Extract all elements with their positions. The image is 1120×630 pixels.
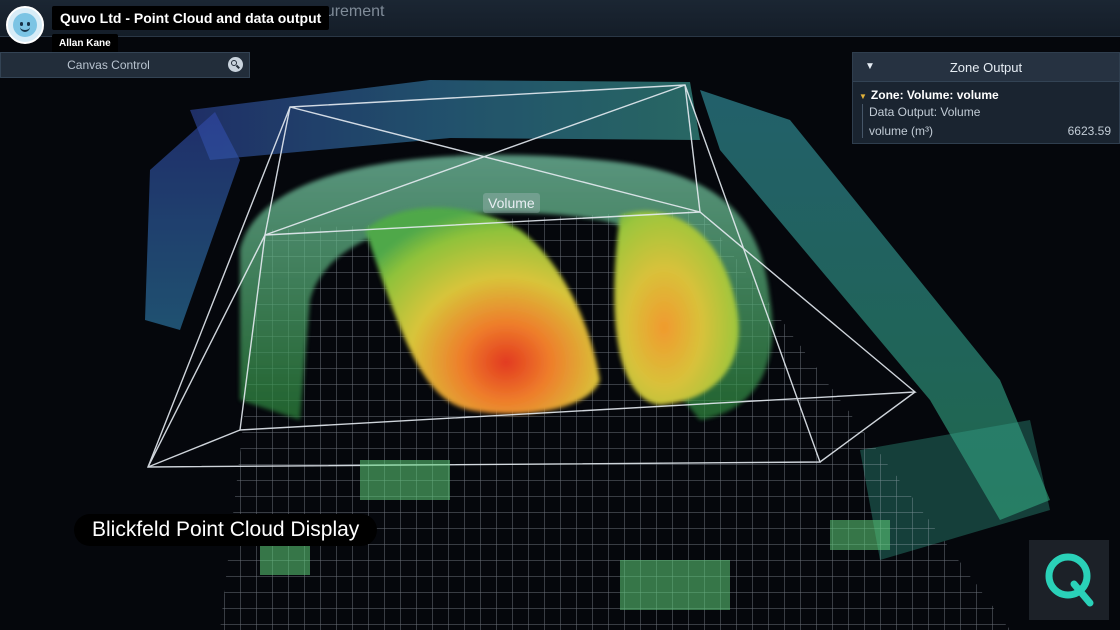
zone-tree-item[interactable]: ▼ Zone: Volume: volume bbox=[859, 88, 999, 102]
zone-output-panel: ▼ Zone Output ▼ Zone: Volume: volume Data… bbox=[852, 52, 1120, 144]
zone-name-label: Zone: Volume: volume bbox=[870, 88, 999, 102]
tree-caret-icon[interactable]: ▼ bbox=[859, 92, 867, 101]
volume-metric-label: volume (m³) bbox=[869, 124, 934, 138]
volume-metric-value: 6623.59 bbox=[1067, 124, 1111, 138]
video-title[interactable]: Quvo Ltd - Point Cloud and data output bbox=[52, 6, 330, 30]
channel-avatar[interactable] bbox=[6, 6, 44, 44]
tree-guide-line bbox=[862, 104, 863, 138]
canvas-control-label: Canvas Control bbox=[67, 58, 150, 72]
canvas-control-bar[interactable]: Canvas Control bbox=[0, 52, 250, 78]
zone-output-title: Zone Output bbox=[949, 60, 1023, 75]
video-author[interactable]: Allan Kane bbox=[52, 34, 118, 54]
volume-zone-label[interactable]: Volume bbox=[483, 193, 540, 213]
video-caption: Blickfeld Point Cloud Display bbox=[74, 514, 378, 546]
search-icon[interactable] bbox=[228, 57, 243, 72]
quvo-logo bbox=[1045, 553, 1094, 607]
zone-output-header[interactable]: ▼ Zone Output bbox=[853, 53, 1119, 82]
data-output-label: Data Output: Volume bbox=[869, 105, 981, 119]
avatar-face-icon bbox=[13, 13, 37, 37]
